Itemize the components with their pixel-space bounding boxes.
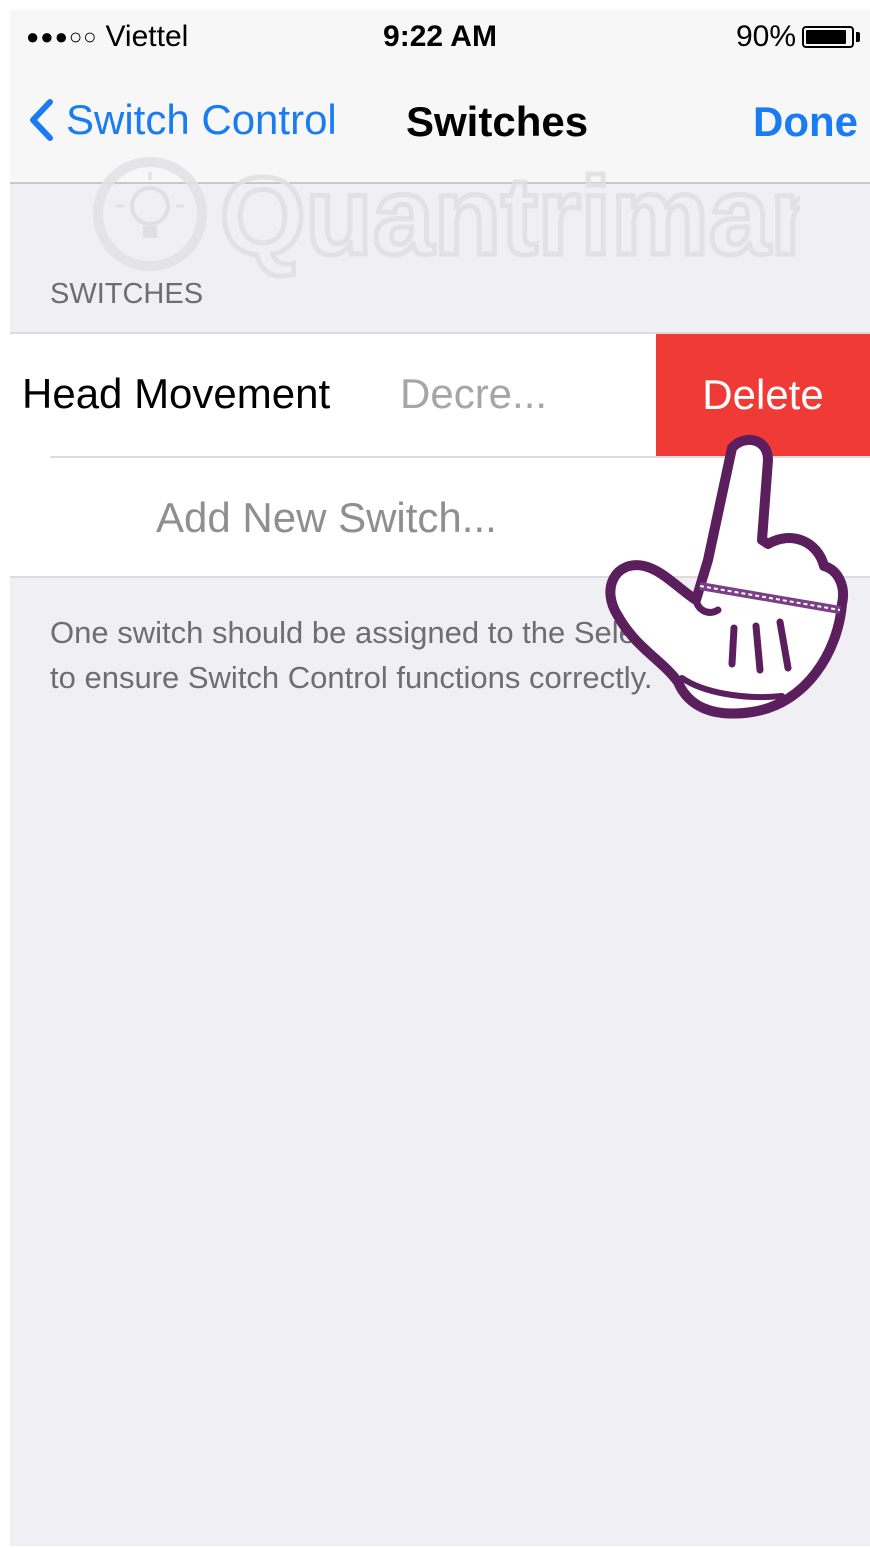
battery-icon: [802, 26, 854, 48]
section-header: SWITCHES: [50, 278, 204, 310]
switch-name: Head Movement: [22, 370, 331, 417]
switch-action-detail: Decre...: [400, 370, 548, 417]
page-title: Switches: [406, 98, 589, 145]
back-button-label: Switch Control: [66, 96, 337, 143]
add-new-switch-label: Add New Switch...: [156, 494, 497, 541]
watermark-text: Quantrimang: [220, 155, 800, 278]
done-button[interactable]: Done: [753, 98, 858, 146]
lightbulb-icon: Quantrimang: [93, 153, 870, 281]
battery-status: 90%: [736, 20, 860, 54]
back-button[interactable]: Switch Control: [28, 96, 337, 144]
battery-tip: [856, 32, 860, 42]
watermark-logo: Quantrimang: [80, 150, 870, 285]
battery-percent: 90%: [735, 20, 796, 53]
status-bar: ●●●○○ Viettel 9:22 AM 90%: [10, 10, 870, 66]
settings-screen: ●●●○○ Viettel 9:22 AM 90% Switch Control…: [10, 10, 870, 1546]
battery-fill: [806, 30, 846, 44]
chevron-left-icon: [30, 99, 53, 141]
pointing-hand-icon: [592, 420, 862, 725]
